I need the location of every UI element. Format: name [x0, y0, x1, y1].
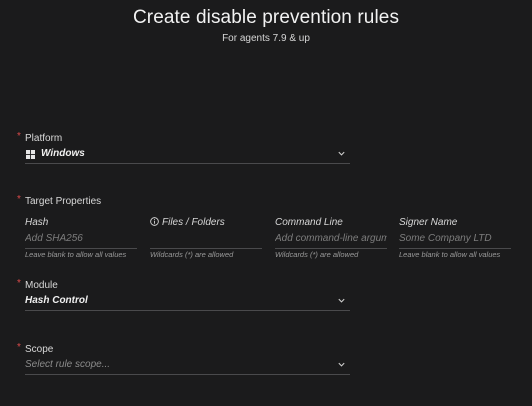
platform-value: Windows — [41, 148, 85, 159]
signer-name-field-group: Signer Name Some Company LTD Leave blank… — [399, 217, 511, 259]
platform-required-mark: * — [17, 131, 21, 142]
hash-field-group: Hash Add SHA256 Leave blank to allow all… — [25, 217, 137, 259]
files-folders-field-group: Files / Folders Wildcards (*) are allowe… — [150, 217, 262, 259]
platform-label: Platform — [25, 133, 63, 144]
chevron-down-icon[interactable] — [337, 296, 346, 305]
chevron-down-icon[interactable] — [337, 149, 346, 158]
module-select[interactable]: Hash Control — [25, 292, 350, 311]
hash-input[interactable]: Add SHA256 — [25, 233, 137, 249]
chevron-down-icon[interactable] — [337, 360, 346, 369]
scope-label: Scope — [25, 344, 54, 355]
scope-placeholder: Select rule scope... — [25, 359, 111, 370]
command-line-label: Command Line — [275, 217, 343, 228]
hash-label: Hash — [25, 217, 49, 228]
command-line-hint: Wildcards (*) are allowed — [275, 250, 359, 259]
command-line-field-group: Command Line Add command-line argum Wild… — [275, 217, 387, 259]
hash-hint: Leave blank to allow all values — [25, 250, 127, 259]
scope-select[interactable]: Select rule scope... — [25, 356, 350, 375]
target-properties-required-mark: * — [17, 194, 21, 205]
command-line-input[interactable]: Add command-line argum — [275, 233, 387, 249]
files-folders-hint: Wildcards (*) are allowed — [150, 250, 234, 259]
module-value: Hash Control — [25, 295, 88, 306]
scope-required-mark: * — [17, 342, 21, 353]
info-icon[interactable] — [150, 217, 159, 226]
page-title: Create disable prevention rules — [132, 7, 400, 28]
signer-name-label: Signer Name — [399, 217, 458, 228]
module-label: Module — [25, 280, 58, 291]
module-required-mark: * — [17, 278, 21, 289]
files-folders-input[interactable] — [150, 233, 262, 249]
page-subtitle: For agents 7.9 & up — [222, 33, 310, 44]
create-rule-form: Create disable prevention rules For agen… — [0, 0, 532, 406]
target-properties-label: Target Properties — [25, 196, 102, 207]
signer-name-hint: Leave blank to allow all values — [399, 250, 501, 259]
platform-select[interactable]: Windows — [25, 145, 350, 164]
windows-icon — [26, 150, 35, 159]
signer-name-input[interactable]: Some Company LTD — [399, 233, 511, 249]
files-folders-label: Files / Folders — [162, 217, 225, 228]
